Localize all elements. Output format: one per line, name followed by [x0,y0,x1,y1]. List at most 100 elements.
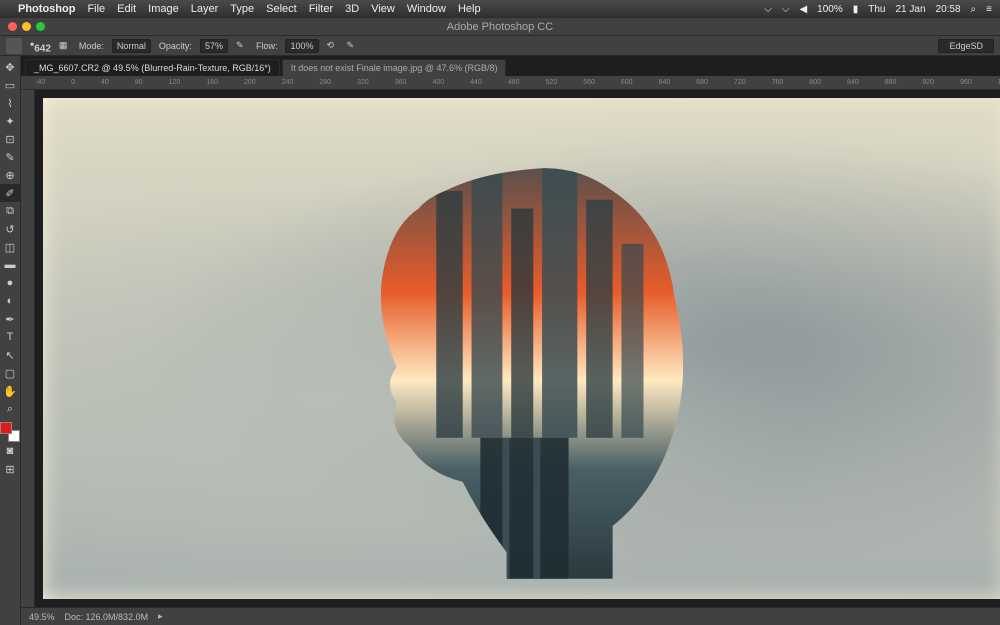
pen-tool-icon[interactable]: ✒ [0,310,20,328]
ruler-mark: 360 [395,79,407,86]
ruler-mark: 720 [734,79,746,86]
heal-tool-icon[interactable]: ⊕ [0,166,20,184]
zoom-tool-icon[interactable]: ⌕ [0,400,20,418]
quickmask-icon[interactable]: ◙ [0,442,20,460]
volume-icon[interactable]: ◀ [799,4,807,15]
bluetooth-icon[interactable]: ⌵ [764,4,772,15]
ruler-mark: 960 [960,79,972,86]
shape-tool-icon[interactable]: ▢ [0,364,20,382]
ruler-mark: 520 [546,79,558,86]
flow-label: Flow: [256,41,278,51]
menu-help[interactable]: Help [458,3,481,15]
crop-tool-icon[interactable]: ⊡ [0,130,20,148]
ruler-mark: 280 [319,79,331,86]
screenmode-icon[interactable]: ⊞ [0,460,20,478]
zoom-status[interactable]: 49.5% [29,612,55,622]
ruler-mark: 40 [101,79,109,86]
gradient-tool-icon[interactable]: ▬ [0,256,20,274]
airbrush-icon[interactable]: ⟲ [327,40,339,52]
lasso-tool-icon[interactable]: ⌇ [0,94,20,112]
zoom-icon[interactable] [36,22,45,31]
menu-file[interactable]: File [87,3,105,15]
type-tool-icon[interactable]: T [0,328,20,346]
wand-tool-icon[interactable]: ✦ [0,112,20,130]
blend-mode-select[interactable]: Normal [112,39,151,53]
ruler-mark: 840 [847,79,859,86]
blur-tool-icon[interactable]: ● [0,274,20,292]
color-swatches[interactable] [0,422,20,442]
menu-layer[interactable]: Layer [191,3,219,15]
document-tab[interactable]: _MG_6607.CR2 @ 49.5% (Blurred-Rain-Textu… [25,59,280,76]
opacity-label: Opacity: [159,41,192,51]
flow-input[interactable]: 100% [285,39,318,53]
brush-tool-icon[interactable] [6,38,22,54]
date: 21 Jan [895,4,925,15]
hand-tool-icon[interactable]: ✋ [0,382,20,400]
menu-image[interactable]: Image [148,3,179,15]
mode-label: Mode: [79,41,104,51]
ruler-vertical [21,90,35,607]
menu-view[interactable]: View [371,3,395,15]
ruler-mark: 920 [922,79,934,86]
menu-3d[interactable]: 3D [345,3,359,15]
ruler-mark: 760 [772,79,784,86]
ruler-mark: 80 [135,79,143,86]
ruler-mark: 0 [71,79,75,86]
pressure-opacity-icon[interactable]: ✎ [236,40,248,52]
status-arrow-icon[interactable]: ▸ [158,611,163,622]
eyedropper-tool-icon[interactable]: ✎ [0,148,20,166]
spotlight-icon[interactable]: ⌕ [971,4,977,15]
ruler-mark: 880 [885,79,897,86]
pressure-size-icon[interactable]: ✎ [347,40,359,52]
ruler-mark: 800 [809,79,821,86]
app-name[interactable]: Photoshop [18,3,75,15]
status-bar: 49.5% Doc: 126.0M/832.0M ▸ [21,607,1000,625]
brush-preset-icon[interactable]: ▦ [59,40,71,52]
ruler-mark: 120 [169,79,181,86]
move-tool-icon[interactable]: ✥ [0,58,20,76]
menu-edit[interactable]: Edit [117,3,136,15]
brush-size[interactable]: •642 [30,37,51,54]
minimize-icon[interactable] [22,22,31,31]
options-bar: •642 ▦ Mode: Normal Opacity: 57% ✎ Flow:… [0,36,1000,56]
time: 20:58 [936,4,961,15]
path-tool-icon[interactable]: ↖ [0,346,20,364]
history-brush-icon[interactable]: ↺ [0,220,20,238]
foreground-color[interactable] [0,422,12,434]
dodge-tool-icon[interactable]: ◐ [0,292,20,310]
ruler-mark: 560 [583,79,595,86]
ruler-mark: 160 [206,79,218,86]
canvas-area: _MG_6607.CR2 @ 49.5% (Blurred-Rain-Textu… [21,56,1000,625]
menu-type[interactable]: Type [230,3,254,15]
titlebar: Adobe Photoshop CC [0,18,1000,36]
brush-tool-icon[interactable]: ✐ [0,184,20,202]
ruler-mark: 400 [432,79,444,86]
ruler-mark: 320 [357,79,369,86]
notification-icon[interactable]: ≡ [986,4,992,15]
ruler-mark: 600 [621,79,633,86]
workspace-select[interactable]: EdgeSD [938,39,994,53]
ruler-mark: 480 [508,79,520,86]
menu-select[interactable]: Select [266,3,297,15]
close-icon[interactable] [8,22,17,31]
canvas-document[interactable] [43,98,1000,599]
toolbox: ✥ ▭ ⌇ ✦ ⊡ ✎ ⊕ ✐ ⧉ ↺ ◫ ▬ ● ◐ ✒ T ↖ ▢ ✋ ⌕ … [0,56,21,625]
ruler-mark: 200 [244,79,256,86]
opacity-input[interactable]: 57% [200,39,228,53]
doc-size-status[interactable]: Doc: 126.0M/832.0M [65,612,149,622]
battery-pct: 100% [817,4,843,15]
canvas-viewport[interactable] [35,90,1000,607]
battery-icon[interactable]: ▮ [853,4,859,15]
macos-menubar: Photoshop File Edit Image Layer Type Select Fi… [0,0,1000,18]
menu-filter[interactable]: Filter [309,3,333,15]
marquee-tool-icon[interactable]: ▭ [0,76,20,94]
menu-window[interactable]: Window [407,3,446,15]
ruler-mark: 440 [470,79,482,86]
app-window: Adobe Photoshop CC •642 ▦ Mode: Normal O… [0,18,1000,625]
document-tab[interactable]: It does not exist Finale image.jpg @ 47.… [282,59,507,76]
eraser-tool-icon[interactable]: ◫ [0,238,20,256]
stamp-tool-icon[interactable]: ⧉ [0,202,20,220]
artwork-silhouette [255,138,794,579]
wifi-icon[interactable]: ⌵ [782,4,790,15]
menubar-status: ⌵ ⌵ ◀ 100% ▮ Thu 21 Jan 20:58 ⌕ ≡ [764,4,992,15]
